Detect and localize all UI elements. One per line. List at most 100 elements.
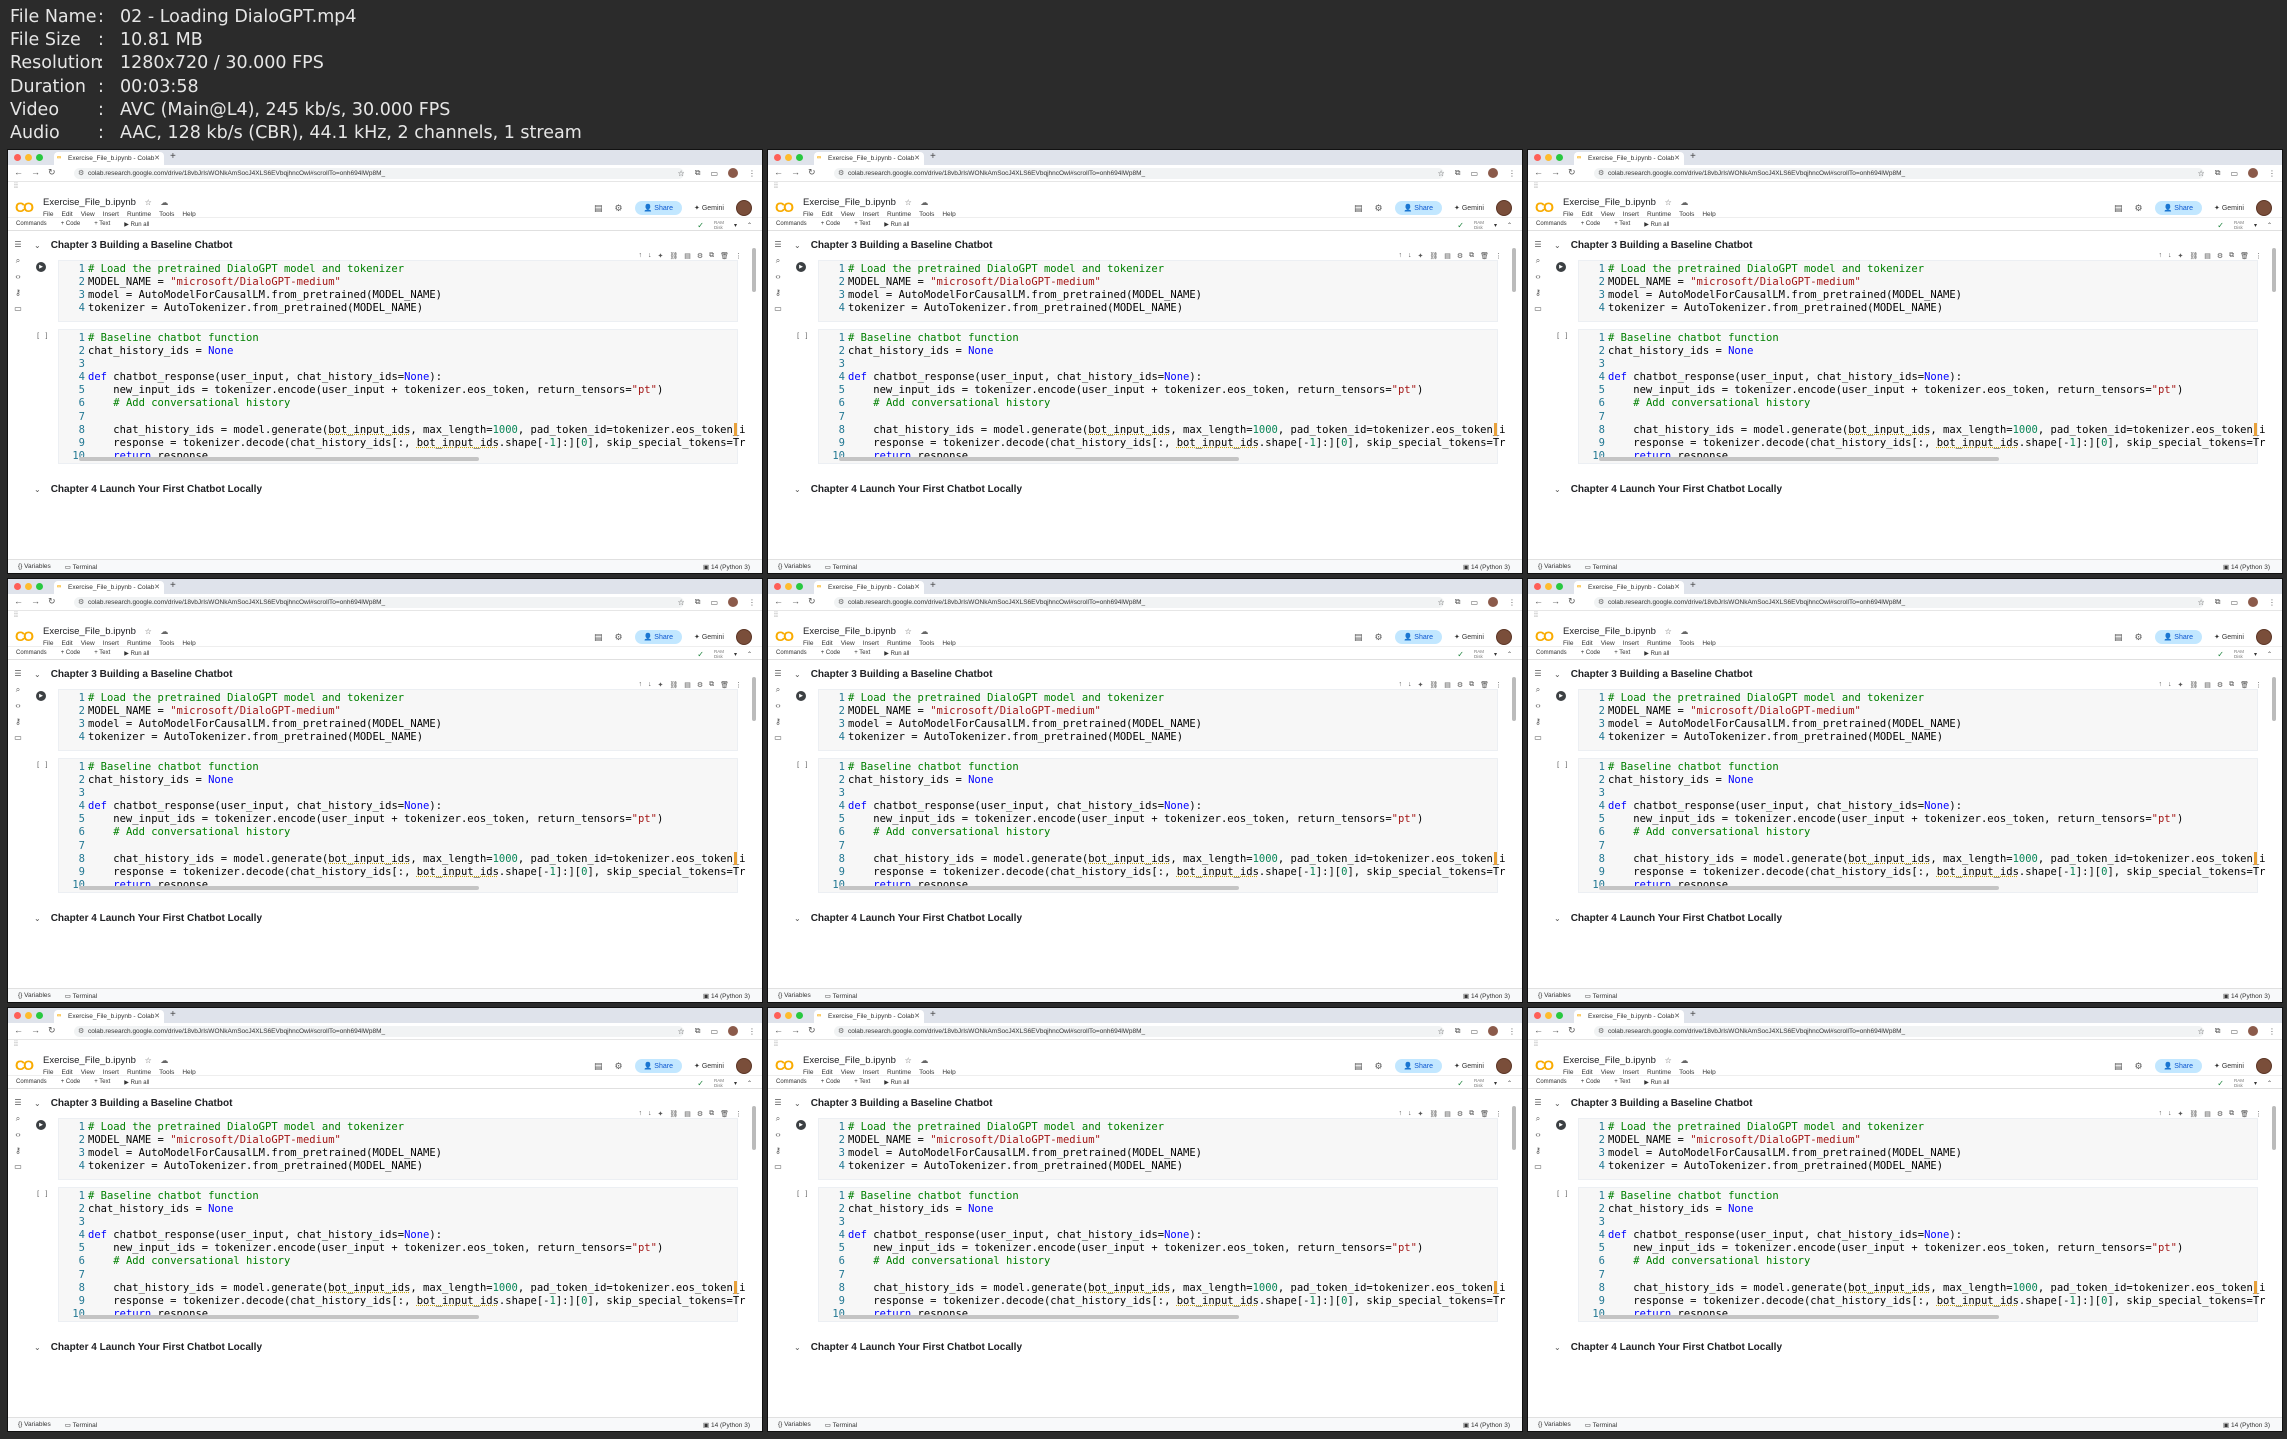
variables-button[interactable]: {} Variables — [18, 1421, 51, 1429]
bookmark-star-icon[interactable]: ☆ — [1438, 169, 1445, 178]
url-field[interactable]: ⚙ colab.research.google.com/drive/18vbJr… — [1594, 168, 2204, 179]
notebook-vertical-scrollbar[interactable] — [1512, 1106, 1516, 1150]
add-text-button[interactable]: + Text — [854, 650, 870, 657]
delete-cell-icon[interactable]: 🗑 — [720, 681, 729, 689]
site-info-icon[interactable]: ⚙ — [838, 1026, 844, 1037]
add-code-button[interactable]: + Code — [821, 221, 841, 228]
comment-icon[interactable]: ▤ — [2114, 203, 2123, 214]
maximize-window-icon[interactable] — [1556, 154, 1563, 161]
settings-gear-icon[interactable]: ⚙ — [615, 1061, 623, 1072]
move-up-icon[interactable]: ↑ — [2158, 681, 2162, 689]
reload-icon[interactable]: ↻ — [48, 1025, 56, 1036]
notebook-title[interactable]: Exercise_File_b.ipynb ☆ ☁ — [1563, 1055, 1688, 1066]
collapse-header-icon[interactable]: ⌃ — [2267, 1080, 2272, 1087]
search-icon[interactable]: ⌕ — [768, 1115, 788, 1123]
browser-tab[interactable]: ∞ Exercise_File_b.ipynb - Colab ✕ — [54, 1010, 164, 1023]
runtime-dropdown-icon[interactable]: ▾ — [2254, 1080, 2257, 1087]
browser-menu-icon[interactable]: ⋮ — [1508, 169, 1516, 178]
code-cell-load-model[interactable]: 1 # Load the pretrained DialoGPT model an… — [58, 1118, 738, 1180]
maximize-window-icon[interactable] — [796, 1012, 803, 1019]
notebook-vertical-scrollbar[interactable] — [1512, 677, 1516, 721]
apps-grid-icon[interactable]: ⁞⁞ — [774, 183, 778, 190]
chapter3-heading[interactable]: ⌄ Chapter 3 Building a Baseline Chatbot — [1554, 240, 1752, 251]
apps-grid-icon[interactable]: ⁞⁞ — [14, 1041, 18, 1048]
notebook-vertical-scrollbar[interactable] — [2272, 677, 2276, 721]
chapter4-heading[interactable]: ⌄ Chapter 4 Launch Your First Chatbot Loc… — [34, 913, 262, 924]
resource-monitor[interactable]: RAM Disk — [2234, 649, 2244, 659]
profile-avatar[interactable] — [728, 168, 738, 178]
secrets-key-icon[interactable]: ⚷ — [768, 718, 788, 726]
extensions-icon[interactable]: ⧉ — [2215, 168, 2221, 178]
code-cell-load-model[interactable]: 1 # Load the pretrained DialoGPT model an… — [818, 260, 1498, 322]
run-all-button[interactable]: ▶ Run all — [884, 1079, 909, 1086]
url-field[interactable]: ⚙ colab.research.google.com/drive/18vbJr… — [74, 1026, 684, 1037]
star-icon[interactable]: ☆ — [1665, 627, 1672, 636]
apps-grid-icon[interactable]: ⁞⁞ — [774, 612, 778, 619]
sidebar-icon[interactable]: ▭ — [2230, 1027, 2238, 1036]
code-snippets-icon[interactable]: ‹› — [8, 1131, 28, 1139]
secrets-key-icon[interactable]: ⚷ — [1528, 1147, 1548, 1155]
collapse-section-icon[interactable]: ⌄ — [1554, 241, 1561, 250]
user-avatar[interactable] — [1496, 1058, 1512, 1074]
maximize-window-icon[interactable] — [796, 154, 803, 161]
site-info-icon[interactable]: ⚙ — [78, 168, 84, 179]
add-code-button[interactable]: + Code — [821, 1079, 841, 1086]
files-folder-icon[interactable]: ▭ — [1528, 1163, 1548, 1171]
back-icon[interactable]: ← — [774, 596, 783, 607]
colab-logo[interactable]: CO — [775, 199, 794, 215]
gemini-button[interactable]: ✦ Gemini — [1454, 633, 1484, 641]
back-icon[interactable]: ← — [774, 167, 783, 178]
profile-avatar[interactable] — [2248, 1026, 2258, 1036]
code-cell-load-model[interactable]: 1 # Load the pretrained DialoGPT model an… — [58, 260, 738, 322]
bookmark-star-icon[interactable]: ☆ — [678, 169, 685, 178]
code-snippets-icon[interactable]: ‹› — [8, 273, 28, 281]
comment-icon[interactable]: ▤ — [1354, 632, 1363, 643]
browser-tab[interactable]: ∞ Exercise_File_b.ipynb - Colab ✕ — [814, 1010, 924, 1023]
table-of-contents-icon[interactable]: ☰ — [1528, 670, 1548, 678]
notebook-vertical-scrollbar[interactable] — [1512, 248, 1516, 292]
kernel-status[interactable]: ▣ 14 (Python 3) — [703, 563, 750, 571]
variables-button[interactable]: {} Variables — [18, 992, 51, 1000]
gemini-cell-icon[interactable]: ✦ — [657, 252, 663, 260]
gemini-button[interactable]: ✦ Gemini — [2214, 204, 2244, 212]
cell-settings-icon[interactable]: ⚙ — [2217, 681, 2223, 689]
star-icon[interactable]: ☆ — [905, 198, 912, 207]
resource-monitor[interactable]: RAM Disk — [714, 220, 724, 230]
back-icon[interactable]: ← — [14, 167, 23, 178]
kernel-status[interactable]: ▣ 14 (Python 3) — [2223, 992, 2270, 1000]
reload-icon[interactable]: ↻ — [808, 596, 816, 607]
apps-grid-icon[interactable]: ⁞⁞ — [1534, 612, 1538, 619]
gemini-cell-icon[interactable]: ✦ — [1417, 681, 1423, 689]
browser-tab[interactable]: ∞ Exercise_File_b.ipynb - Colab ✕ — [1574, 152, 1684, 165]
search-icon[interactable]: ⌕ — [8, 257, 28, 265]
bookmark-star-icon[interactable]: ☆ — [1438, 598, 1445, 607]
cell-more-icon[interactable]: ⋮ — [2255, 681, 2262, 689]
notebook-title[interactable]: Exercise_File_b.ipynb ☆ ☁ — [803, 626, 928, 637]
bookmark-star-icon[interactable]: ☆ — [678, 598, 685, 607]
sidebar-icon[interactable]: ▭ — [2230, 169, 2238, 178]
bookmark-star-icon[interactable]: ☆ — [1438, 1027, 1445, 1036]
search-icon[interactable]: ⌕ — [1528, 257, 1548, 265]
add-code-button[interactable]: + Code — [1581, 1079, 1601, 1086]
notebook-title[interactable]: Exercise_File_b.ipynb ☆ ☁ — [43, 626, 168, 637]
search-icon[interactable]: ⌕ — [1528, 686, 1548, 694]
share-button[interactable]: 👤 Share — [634, 201, 682, 215]
secrets-key-icon[interactable]: ⚷ — [1528, 289, 1548, 297]
maximize-window-icon[interactable] — [36, 154, 43, 161]
gemini-button[interactable]: ✦ Gemini — [1454, 1062, 1484, 1070]
cell-more-icon[interactable]: ⋮ — [1495, 252, 1502, 260]
code-cell-chatbot-function[interactable]: 1 # Baseline chatbot function 2 chat_histo… — [58, 329, 746, 464]
code-editor[interactable]: 1 # Load the pretrained DialoGPT model an… — [819, 263, 1497, 315]
add-code-button[interactable]: + Code — [1581, 650, 1601, 657]
browser-tab[interactable]: ∞ Exercise_File_b.ipynb - Colab ✕ — [54, 152, 164, 165]
code-editor[interactable]: 1 # Load the pretrained DialoGPT model an… — [59, 1121, 737, 1173]
site-info-icon[interactable]: ⚙ — [1598, 597, 1604, 608]
table-of-contents-icon[interactable]: ☰ — [768, 670, 788, 678]
link-icon[interactable]: ⛓ — [2189, 681, 2198, 689]
move-down-icon[interactable]: ↓ — [648, 681, 652, 689]
code-snippets-icon[interactable]: ‹› — [768, 702, 788, 710]
delete-cell-icon[interactable]: 🗑 — [1480, 681, 1489, 689]
browser-menu-icon[interactable]: ⋮ — [748, 598, 756, 607]
horizontal-scrollbar[interactable] — [839, 1315, 1239, 1319]
user-avatar[interactable] — [2256, 629, 2272, 645]
